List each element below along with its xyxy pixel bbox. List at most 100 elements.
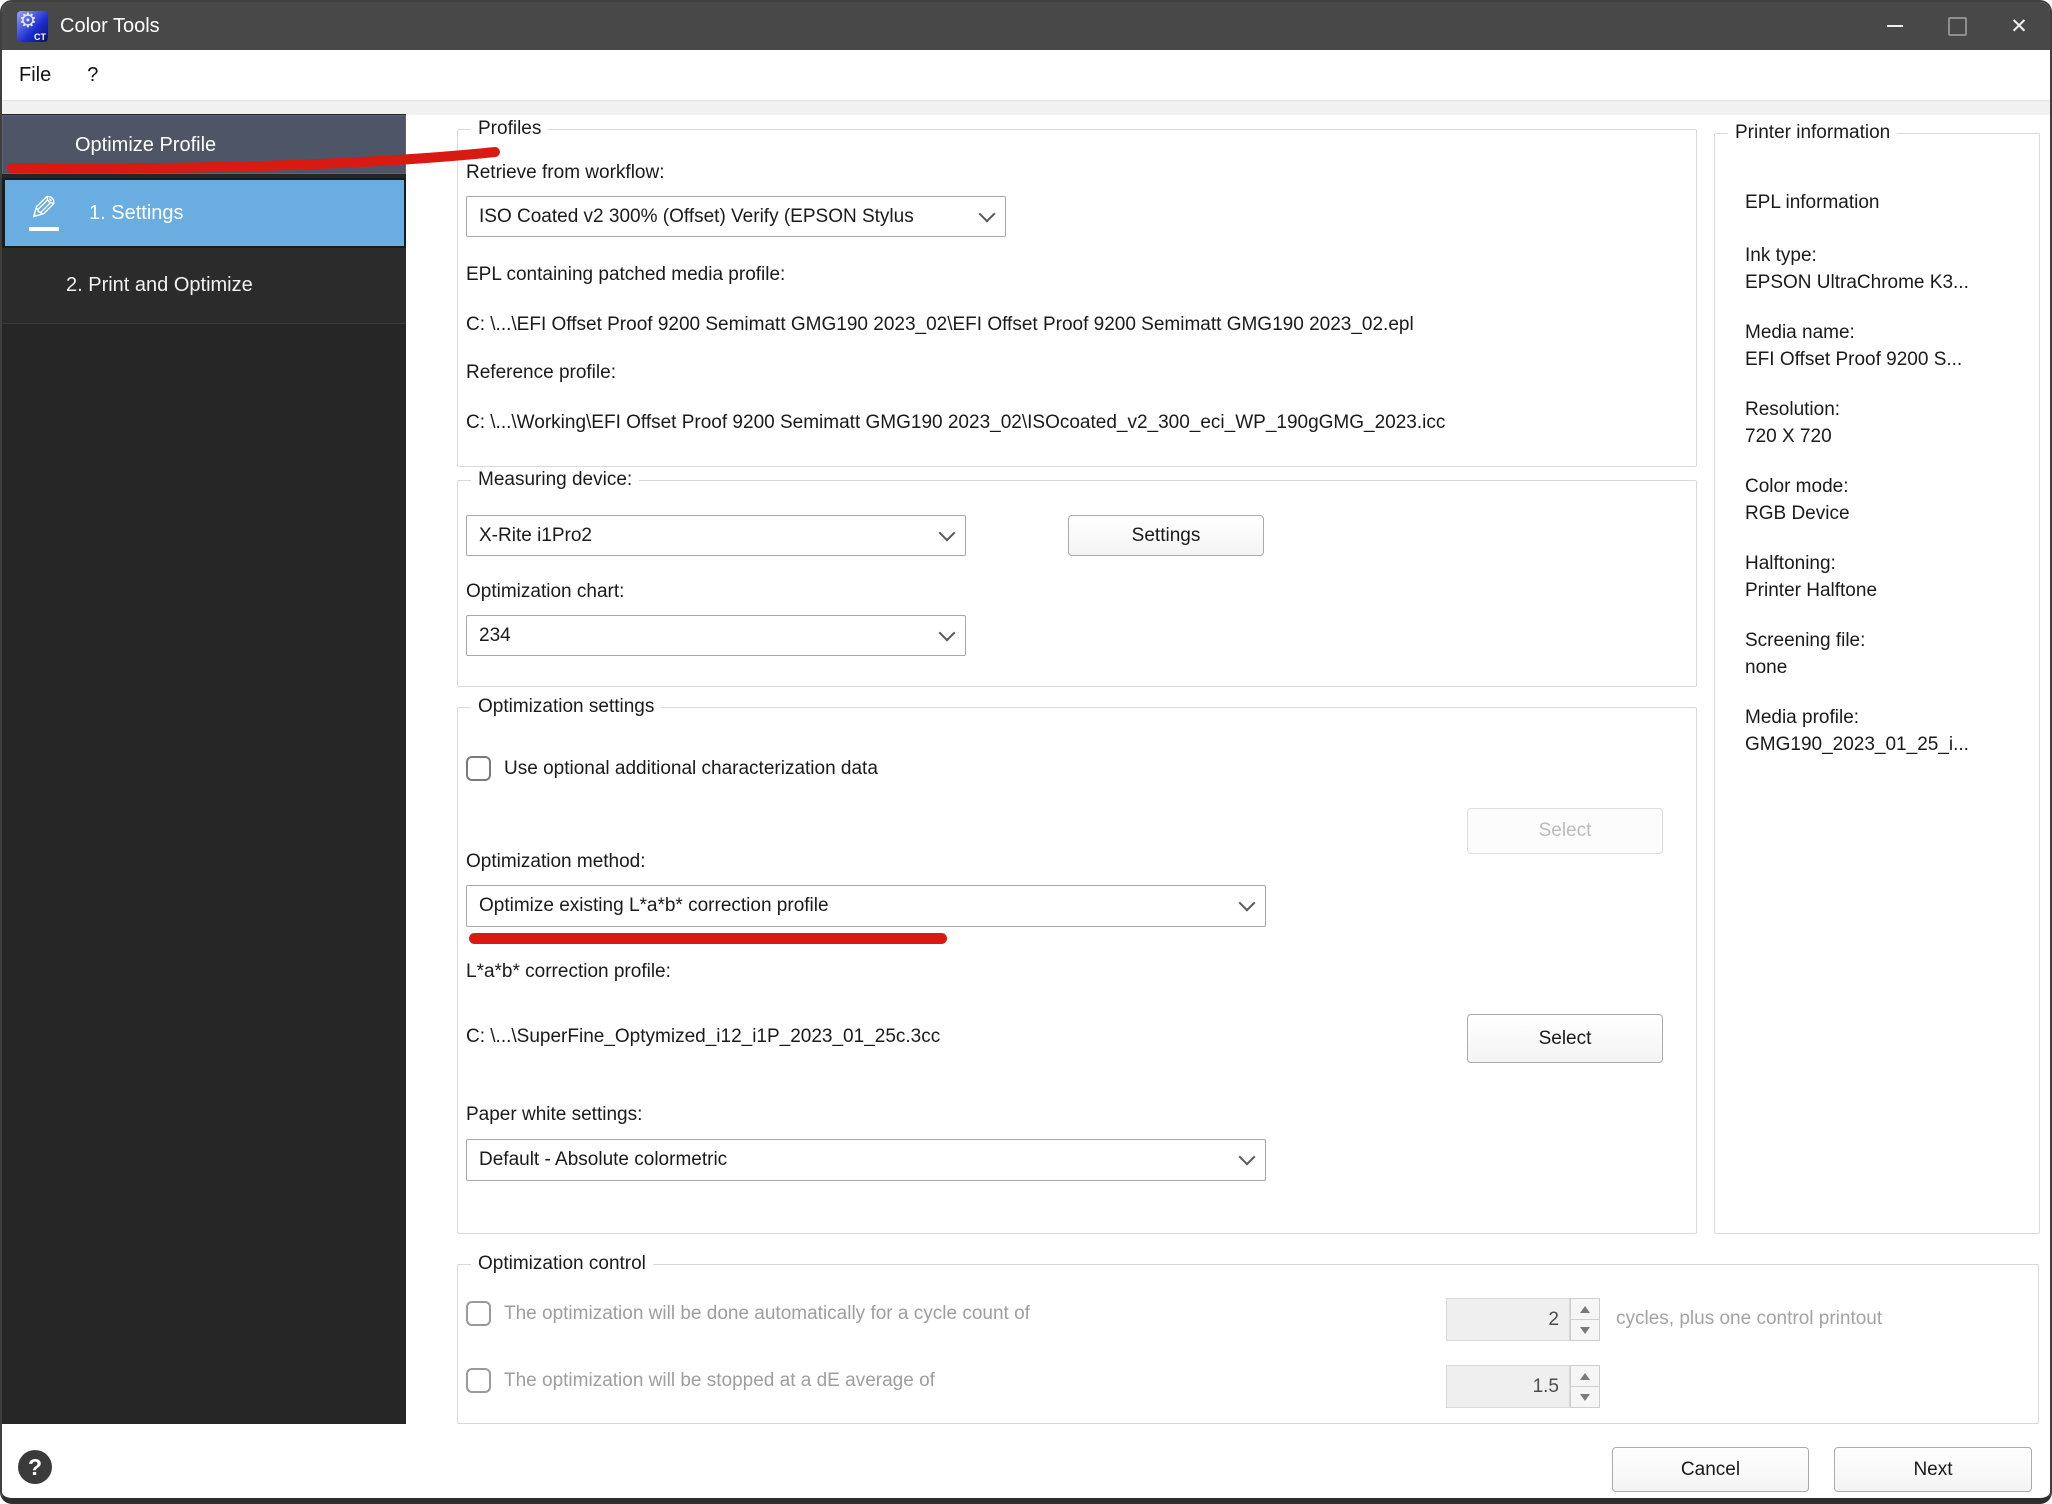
printer-info-field: Resolution: 720 X 720 — [1745, 396, 1840, 450]
de-average-step-down[interactable] — [1570, 1387, 1600, 1408]
field-label: Halftoning: — [1745, 550, 1877, 577]
optimization-settings-group: Optimization settings Use optional addit… — [457, 707, 1697, 1234]
optimization-control-group: Optimization control The optimization wi… — [457, 1264, 2039, 1424]
maximize-button[interactable] — [1926, 2, 1988, 50]
printer-info-field: Halftoning: Printer Halftone — [1745, 550, 1877, 604]
screenshot-stage: ⚙ CT Color Tools ✕ File ? Optimize Profi… — [0, 0, 2052, 1504]
app-icon: ⚙ CT — [17, 11, 48, 42]
epl-label: EPL containing patched media profile: — [466, 264, 785, 286]
ct-monogram: CT — [34, 33, 46, 42]
workflow-dropdown-value: ISO Coated v2 300% (Offset) Verify (EPSO… — [479, 206, 981, 228]
printer-information-group-label: Printer information — [1728, 122, 1897, 144]
profiles-group-label: Profiles — [471, 118, 548, 140]
printer-info-field: Media name: EFI Offset Proof 9200 S... — [1745, 319, 1962, 373]
printer-information-group: Printer information EPL information Ink … — [1714, 133, 2040, 1234]
measuring-device-value: X-Rite i1Pro2 — [479, 525, 941, 547]
menu-separator — [2, 100, 2050, 115]
lab-correction-profile-path: C: \...\SuperFine_Optymized_i12_i1P_2023… — [466, 1026, 940, 1048]
field-value: none — [1745, 654, 1865, 681]
arrow-up-icon — [1580, 1306, 1590, 1313]
cycle-count-suffix: cycles, plus one control printout — [1616, 1308, 1882, 1330]
printer-info-field: Screening file: none — [1745, 627, 1865, 681]
field-value: RGB Device — [1745, 500, 1850, 527]
paper-white-value: Default - Absolute colormetric — [479, 1149, 1241, 1171]
field-label: Media profile: — [1745, 704, 1969, 731]
cycle-count-input[interactable]: 2 — [1446, 1298, 1570, 1341]
chevron-down-icon — [939, 524, 956, 541]
optimization-method-label: Optimization method: — [466, 851, 646, 873]
profiles-group: Profiles Retrieve from workflow: ISO Coa… — [457, 129, 1697, 467]
field-label: Media name: — [1745, 319, 1962, 346]
device-settings-button[interactable]: Settings — [1068, 515, 1264, 556]
cycle-count-checkbox[interactable] — [466, 1301, 491, 1326]
measuring-device-group: Measuring device: X-Rite i1Pro2 Settings… — [457, 480, 1697, 687]
close-button[interactable]: ✕ — [1988, 2, 2050, 50]
de-average-stepper — [1570, 1365, 1600, 1408]
cycle-count-stepper — [1570, 1298, 1600, 1341]
cycle-count-step-up[interactable] — [1570, 1298, 1600, 1320]
title-bar: ⚙ CT Color Tools ✕ — [2, 2, 2050, 50]
sidebar-item-label: 2. Print and Optimize — [66, 274, 253, 297]
workflow-dropdown[interactable]: ISO Coated v2 300% (Offset) Verify (EPSO… — [466, 196, 1006, 237]
minimize-button[interactable] — [1864, 2, 1926, 50]
reference-profile-label: Reference profile: — [466, 362, 616, 384]
chevron-down-icon — [939, 624, 956, 641]
field-value: GMG190_2023_01_25_i... — [1745, 731, 1969, 758]
optimization-chart-value: 234 — [479, 625, 941, 647]
menu-help[interactable]: ? — [87, 64, 98, 87]
printer-info-field: Ink type: EPSON UltraChrome K3... — [1745, 242, 1969, 296]
arrow-down-icon — [1580, 1327, 1590, 1334]
close-icon: ✕ — [2010, 16, 2028, 37]
sidebar-header-optimize-profile: Optimize Profile — [2, 115, 406, 174]
cancel-button[interactable]: Cancel — [1612, 1447, 1809, 1492]
menu-bar: File ? — [2, 50, 2050, 100]
de-average-input[interactable]: 1.5 — [1446, 1365, 1570, 1408]
retrieve-from-workflow-label: Retrieve from workflow: — [466, 162, 665, 184]
field-label: Color mode: — [1745, 473, 1850, 500]
sidebar-item-label: 1. Settings — [89, 202, 184, 225]
window-controls: ✕ — [1864, 2, 2050, 50]
paper-white-settings-label: Paper white settings: — [466, 1104, 642, 1126]
optimization-chart-label: Optimization chart: — [466, 581, 624, 603]
paper-white-dropdown[interactable]: Default - Absolute colormetric — [466, 1139, 1266, 1181]
sidebar-item-print-and-optimize[interactable]: 2. Print and Optimize — [2, 248, 406, 324]
optimization-chart-dropdown[interactable]: 234 — [466, 615, 966, 656]
printer-info-field: Media profile: GMG190_2023_01_25_i... — [1745, 704, 1969, 758]
maximize-icon — [1948, 17, 1967, 36]
measuring-device-dropdown[interactable]: X-Rite i1Pro2 — [466, 515, 966, 556]
arrow-up-icon — [1580, 1373, 1590, 1380]
field-value: EFI Offset Proof 9200 S... — [1745, 346, 1962, 373]
field-label: Ink type: — [1745, 242, 1969, 269]
de-average-checkbox[interactable] — [466, 1368, 491, 1393]
cycle-count-label: The optimization will be done automatica… — [504, 1303, 1030, 1325]
cycle-count-step-down[interactable] — [1570, 1320, 1600, 1341]
characterization-select-button: Select — [1467, 808, 1663, 854]
field-label: Resolution: — [1745, 396, 1840, 423]
lab-correction-profile-label: L*a*b* correction profile: — [466, 961, 671, 983]
measuring-device-group-label: Measuring device: — [471, 469, 639, 491]
help-button[interactable]: ? — [18, 1450, 52, 1484]
field-label: Screening file: — [1745, 627, 1865, 654]
de-average-step-up[interactable] — [1570, 1365, 1600, 1387]
pencil-icon: ✎ — [27, 191, 71, 235]
menu-file[interactable]: File — [19, 64, 51, 87]
optimization-method-value: Optimize existing L*a*b* correction prof… — [479, 895, 1241, 917]
optimization-settings-group-label: Optimization settings — [471, 696, 661, 718]
characterization-data-checkbox[interactable] — [466, 756, 491, 781]
chevron-down-icon — [1239, 895, 1256, 912]
sidebar-item-settings[interactable]: ✎ 1. Settings — [2, 178, 406, 248]
minimize-icon — [1887, 25, 1903, 27]
lab-profile-select-button[interactable]: Select — [1467, 1014, 1663, 1063]
de-average-label: The optimization will be stopped at a dE… — [504, 1370, 935, 1392]
optimization-method-dropdown[interactable]: Optimize existing L*a*b* correction prof… — [466, 885, 1266, 927]
next-button[interactable]: Next — [1834, 1447, 2032, 1492]
chevron-down-icon — [1239, 1149, 1256, 1166]
optimization-control-group-label: Optimization control — [471, 1253, 653, 1275]
sidebar: Optimize Profile ✎ 1. Settings 2. Print … — [2, 114, 406, 1424]
field-value: 720 X 720 — [1745, 423, 1840, 450]
epl-path: C: \...\EFI Offset Proof 9200 Semimatt G… — [466, 314, 1414, 336]
characterization-data-label: Use optional additional characterization… — [504, 758, 878, 780]
window-title: Color Tools — [60, 15, 160, 38]
arrow-down-icon — [1580, 1394, 1590, 1401]
field-value: Printer Halftone — [1745, 577, 1877, 604]
